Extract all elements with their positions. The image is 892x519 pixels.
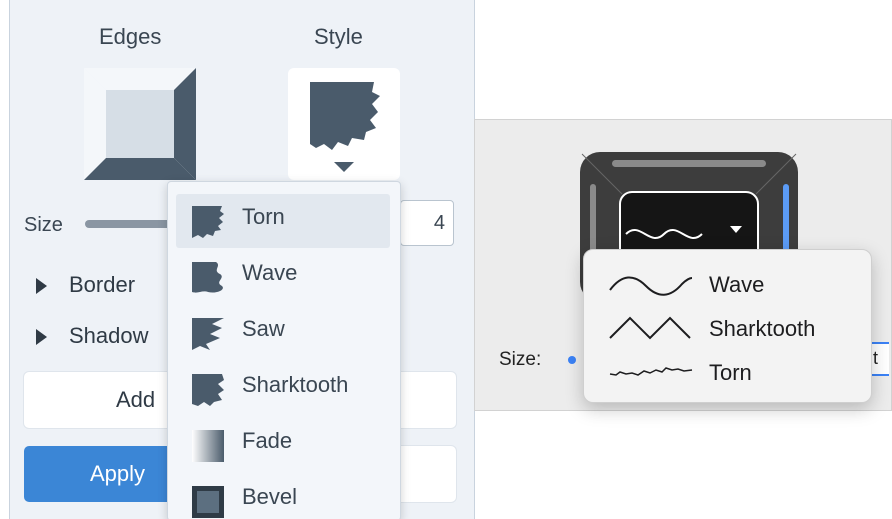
edges-bevel-thumbnail[interactable] — [84, 68, 196, 180]
menu-item-label: Fade — [242, 428, 293, 453]
sharktooth-icon — [192, 374, 224, 406]
menu-item-label: Wave — [242, 260, 298, 285]
menu-item-torn[interactable]: Torn — [608, 354, 858, 394]
menu-item-fade[interactable]: Fade — [176, 418, 390, 472]
menu-item-sharktooth[interactable]: Sharktooth — [176, 362, 390, 416]
border-label: Border — [69, 272, 136, 297]
edge-style-popup-menu: Wave Sharktooth Torn — [583, 249, 872, 403]
disclosure-triangle-icon — [36, 278, 47, 295]
border-section-toggle[interactable]: Border — [36, 272, 135, 298]
edges-heading: Edges — [99, 24, 162, 49]
mac-edge-panel: Size: t Wave Sharktooth Torn — [474, 119, 892, 411]
menu-item-label: Sharktooth — [709, 316, 816, 341]
fade-icon — [192, 430, 224, 462]
saw-icon — [192, 318, 224, 350]
shadow-label: Shadow — [69, 323, 149, 348]
menu-item-label: Torn — [709, 360, 752, 385]
menu-item-saw[interactable]: Saw — [176, 306, 390, 360]
menu-item-label: Wave — [709, 272, 765, 297]
style-heading: Style — [314, 24, 363, 49]
shadow-section-toggle[interactable]: Shadow — [36, 323, 149, 349]
menu-item-label: Saw — [242, 316, 285, 341]
disclosure-triangle-icon — [36, 329, 47, 346]
edge-effects-panel: Edges Style Size 4 Border Shadow Add App… — [9, 0, 475, 519]
style-picker-button[interactable] — [288, 68, 400, 180]
menu-item-bevel[interactable]: Bevel — [176, 474, 390, 519]
size-label: Size — [24, 214, 63, 236]
menu-item-torn[interactable]: Torn — [176, 194, 390, 248]
size-slider-knob[interactable] — [568, 356, 576, 364]
menu-item-label: Sharktooth — [242, 372, 349, 397]
menu-item-sharktooth[interactable]: Sharktooth — [608, 310, 858, 350]
torn-style-icon — [310, 82, 380, 172]
wave-icon — [192, 262, 223, 293]
sharktooth-line-icon — [609, 316, 691, 340]
torn-line-icon — [609, 367, 693, 376]
apply-button[interactable]: Apply — [24, 446, 174, 502]
apply-button-label: Apply — [90, 461, 146, 486]
size-label: Size: — [499, 349, 542, 370]
wave-line-icon — [609, 276, 693, 296]
menu-item-label: Bevel — [242, 484, 298, 509]
dropdown-arrow-icon — [334, 162, 354, 172]
menu-item-wave[interactable]: Wave — [608, 266, 858, 306]
menu-item-label: Torn — [242, 204, 285, 229]
torn-icon — [192, 206, 224, 238]
style-dropdown-menu: Torn Wave Saw Sharktooth Fade Bevel — [167, 181, 401, 519]
size-field[interactable]: 4 — [400, 200, 454, 246]
bevel-icon — [192, 486, 224, 518]
menu-item-wave[interactable]: Wave — [176, 250, 390, 304]
add-button-label: Add — [116, 387, 156, 412]
size-field[interactable]: t — [869, 342, 889, 376]
